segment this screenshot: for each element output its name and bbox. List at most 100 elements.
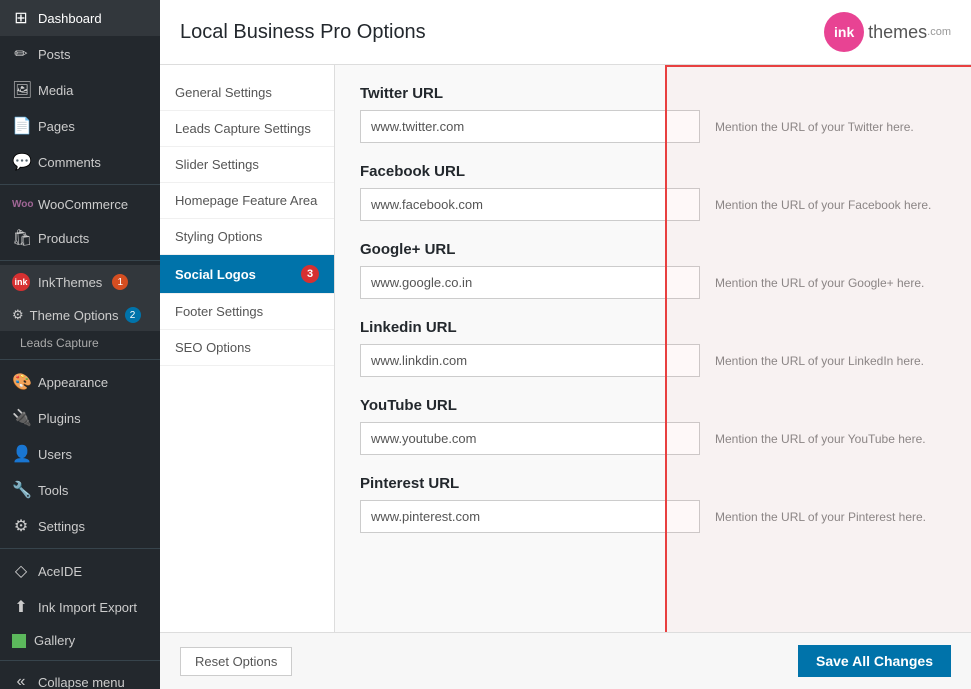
input-twitter[interactable] bbox=[360, 110, 700, 143]
dashboard-icon: ⊞ bbox=[12, 8, 30, 28]
pages-icon: 📄 bbox=[12, 116, 30, 136]
field-label-pinterest: Pinterest URL bbox=[360, 475, 946, 492]
settings-icon: ⚙ bbox=[12, 516, 30, 536]
sidebar-divider-3 bbox=[0, 359, 160, 360]
ink-logo-dot: .com bbox=[927, 26, 951, 38]
woo-icon: Woo bbox=[12, 199, 30, 210]
input-google-plus[interactable] bbox=[360, 266, 700, 299]
sidebar-item-theme-options[interactable]: ⚙ Theme Options 2 bbox=[0, 299, 160, 331]
right-panel: Insert Details Of Your Social Media Twit… bbox=[335, 65, 971, 632]
sidebar-item-collapse[interactable]: « Collapse menu bbox=[0, 665, 160, 689]
comments-icon: 💬 bbox=[12, 152, 30, 172]
sidebar-item-media[interactable]: 🖼 Media bbox=[0, 72, 160, 108]
input-linkedin[interactable] bbox=[360, 344, 700, 377]
posts-icon: ✏ bbox=[12, 44, 30, 64]
ink-logo-circle: ink bbox=[824, 12, 864, 52]
main-panel: Local Business Pro Options ink themes .c… bbox=[160, 0, 971, 689]
sidebar-item-settings[interactable]: ⚙ Settings bbox=[0, 508, 160, 544]
hint-google-plus: Mention the URL of your Google+ here. bbox=[715, 266, 946, 290]
sidebar-item-label: Products bbox=[38, 231, 89, 246]
sidebar-item-label: Collapse menu bbox=[38, 675, 125, 689]
input-pinterest[interactable] bbox=[360, 500, 700, 533]
sidebar-divider-5 bbox=[0, 660, 160, 661]
nav-slider-settings[interactable]: Slider Settings bbox=[160, 147, 334, 183]
sidebar-item-tools[interactable]: 🔧 Tools bbox=[0, 472, 160, 508]
nav-general-settings[interactable]: General Settings bbox=[160, 75, 334, 111]
hint-pinterest: Mention the URL of your Pinterest here. bbox=[715, 500, 946, 524]
sidebar-item-label: Users bbox=[38, 447, 72, 462]
hint-youtube: Mention the URL of your YouTube here. bbox=[715, 422, 946, 446]
field-section-twitter: Twitter URL Mention the URL of your Twitt… bbox=[360, 85, 946, 143]
sidebar-item-appearance[interactable]: 🎨 Appearance bbox=[0, 364, 160, 400]
ink-logo-icon: ink bbox=[12, 273, 30, 291]
sidebar-item-plugins[interactable]: 🔌 Plugins bbox=[0, 400, 160, 436]
ink-logo-brand: themes bbox=[868, 22, 927, 43]
sidebar-item-label: Media bbox=[38, 83, 73, 98]
sidebar-item-leads-capture[interactable]: Leads Capture bbox=[0, 331, 160, 355]
sidebar-item-label: WooCommerce bbox=[38, 197, 128, 212]
sidebar-item-ink-import-export[interactable]: ⬆ Ink Import Export bbox=[0, 589, 160, 625]
ink-import-export-icon: ⬆ bbox=[12, 597, 30, 617]
sidebar-item-label: Leads Capture bbox=[20, 336, 99, 350]
sidebar-item-label: Tools bbox=[38, 483, 68, 498]
hint-facebook: Mention the URL of your Facebook here. bbox=[715, 188, 946, 212]
sidebar-item-label: Gallery bbox=[34, 633, 75, 648]
nav-leads-capture-settings[interactable]: Leads Capture Settings bbox=[160, 111, 334, 147]
field-section-google-plus: Google+ URL Mention the URL of your Googl… bbox=[360, 241, 946, 299]
sidebar-divider bbox=[0, 184, 160, 185]
input-facebook[interactable] bbox=[360, 188, 700, 221]
content-area: General Settings Leads Capture Settings … bbox=[160, 65, 971, 632]
nav-social-logos[interactable]: Social Logos 3 bbox=[160, 255, 334, 294]
social-logos-badge: 3 bbox=[301, 265, 319, 283]
sidebar-item-label: Comments bbox=[38, 155, 101, 170]
left-nav: General Settings Leads Capture Settings … bbox=[160, 65, 335, 632]
nav-homepage-feature-area[interactable]: Homepage Feature Area bbox=[160, 183, 334, 219]
tools-icon: 🔧 bbox=[12, 480, 30, 500]
field-label-youtube: YouTube URL bbox=[360, 397, 946, 414]
field-row-pinterest: Mention the URL of your Pinterest here. bbox=[360, 500, 946, 533]
sidebar-item-comments[interactable]: 💬 Comments bbox=[0, 144, 160, 180]
field-row-facebook: Mention the URL of your Facebook here. bbox=[360, 188, 946, 221]
hint-twitter: Mention the URL of your Twitter here. bbox=[715, 110, 946, 134]
sidebar: ⊞ Dashboard ✏ Posts 🖼 Media 📄 Pages 💬 Co… bbox=[0, 0, 160, 689]
nav-styling-options[interactable]: Styling Options bbox=[160, 219, 334, 255]
reset-options-button[interactable]: Reset Options bbox=[180, 647, 292, 676]
sidebar-item-label: Theme Options bbox=[30, 308, 119, 323]
inkthemes-badge: 1 bbox=[112, 274, 128, 290]
page-header: Local Business Pro Options ink themes .c… bbox=[160, 0, 971, 65]
save-all-changes-button[interactable]: Save All Changes bbox=[798, 645, 951, 677]
sidebar-item-posts[interactable]: ✏ Posts bbox=[0, 36, 160, 72]
users-icon: 👤 bbox=[12, 444, 30, 464]
field-row-google-plus: Mention the URL of your Google+ here. bbox=[360, 266, 946, 299]
nav-footer-settings[interactable]: Footer Settings bbox=[160, 294, 334, 330]
sidebar-item-acelide[interactable]: ◇ AceIDE bbox=[0, 553, 160, 589]
field-label-google-plus: Google+ URL bbox=[360, 241, 946, 258]
nav-seo-options[interactable]: SEO Options bbox=[160, 330, 334, 366]
sidebar-divider-2 bbox=[0, 260, 160, 261]
sidebar-item-label: Dashboard bbox=[38, 11, 102, 26]
field-row-twitter: Mention the URL of your Twitter here. bbox=[360, 110, 946, 143]
sidebar-divider-4 bbox=[0, 548, 160, 549]
field-row-youtube: Mention the URL of your YouTube here. bbox=[360, 422, 946, 455]
sidebar-item-gallery[interactable]: Gallery bbox=[0, 625, 160, 656]
theme-options-badge: 2 bbox=[125, 307, 141, 323]
sidebar-item-products[interactable]: 🛍 Products bbox=[0, 220, 160, 256]
field-label-linkedin: Linkedin URL bbox=[360, 319, 946, 336]
media-icon: 🖼 bbox=[12, 80, 30, 100]
sidebar-item-users[interactable]: 👤 Users bbox=[0, 436, 160, 472]
field-section-pinterest: Pinterest URL Mention the URL of your Pin… bbox=[360, 475, 946, 533]
sidebar-item-label: InkThemes bbox=[38, 275, 102, 290]
sidebar-item-woocommerce[interactable]: Woo WooCommerce bbox=[0, 189, 160, 220]
input-youtube[interactable] bbox=[360, 422, 700, 455]
collapse-icon: « bbox=[12, 673, 30, 689]
plugins-icon: 🔌 bbox=[12, 408, 30, 428]
field-label-facebook: Facebook URL bbox=[360, 163, 946, 180]
field-label-twitter: Twitter URL bbox=[360, 85, 946, 102]
sidebar-item-pages[interactable]: 📄 Pages bbox=[0, 108, 160, 144]
hint-linkedin: Mention the URL of your LinkedIn here. bbox=[715, 344, 946, 368]
sidebar-item-dashboard[interactable]: ⊞ Dashboard bbox=[0, 0, 160, 36]
acelide-icon: ◇ bbox=[12, 561, 30, 581]
page-footer: Reset Options Save All Changes bbox=[160, 632, 971, 689]
sidebar-item-inkthemes[interactable]: ink InkThemes 1 bbox=[0, 265, 160, 299]
appearance-icon: 🎨 bbox=[12, 372, 30, 392]
